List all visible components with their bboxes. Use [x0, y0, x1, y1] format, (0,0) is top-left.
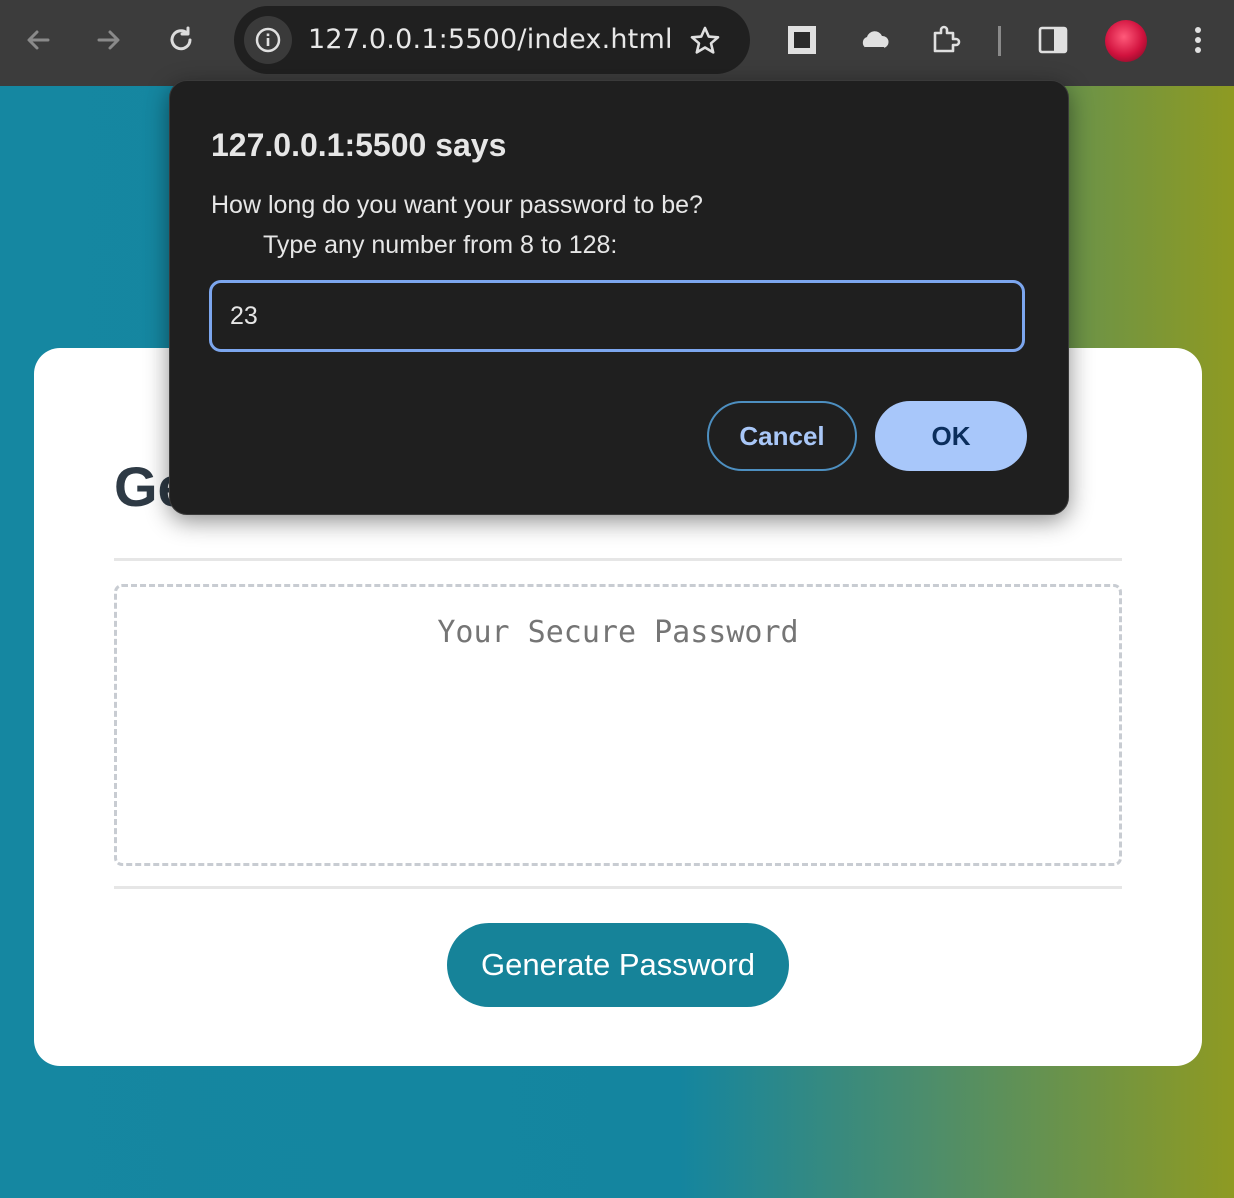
- cancel-button[interactable]: Cancel: [707, 401, 857, 471]
- dialog-message-line1: How long do you want your password to be…: [211, 191, 703, 219]
- cloud-icon[interactable]: [854, 20, 894, 60]
- reload-icon[interactable]: [161, 20, 201, 60]
- side-panel-icon[interactable]: [1033, 20, 1073, 60]
- forward-arrow-icon[interactable]: [89, 20, 129, 60]
- extension-square-icon[interactable]: [782, 20, 822, 60]
- dialog-message-line2: Type any number from 8 to 128:: [263, 231, 618, 259]
- puzzle-extensions-icon[interactable]: [926, 20, 966, 60]
- more-menu-icon[interactable]: [1178, 20, 1218, 60]
- divider-bottom: [114, 886, 1122, 889]
- address-bar[interactable]: 127.0.0.1:5500/index.html: [234, 6, 750, 74]
- url-text[interactable]: 127.0.0.1:5500/index.html: [308, 24, 673, 55]
- generate-password-button[interactable]: Generate Password: [447, 923, 789, 1007]
- site-info-icon[interactable]: [244, 16, 292, 64]
- bookmark-star-icon[interactable]: [688, 24, 722, 58]
- password-placeholder: Your Secure Password: [437, 615, 799, 650]
- dialog-title: 127.0.0.1:5500 says: [211, 127, 507, 163]
- back-arrow-icon[interactable]: [18, 20, 58, 60]
- browser-toolbar: 127.0.0.1:5500/index.html: [0, 0, 1234, 86]
- password-length-input[interactable]: [209, 280, 1025, 352]
- divider-top: [114, 558, 1122, 561]
- password-output[interactable]: Your Secure Password: [114, 584, 1122, 866]
- profile-avatar[interactable]: [1105, 20, 1147, 62]
- toolbar-divider: [998, 26, 1001, 56]
- prompt-dialog: 127.0.0.1:5500 says How long do you want…: [169, 80, 1069, 515]
- ok-button[interactable]: OK: [875, 401, 1027, 471]
